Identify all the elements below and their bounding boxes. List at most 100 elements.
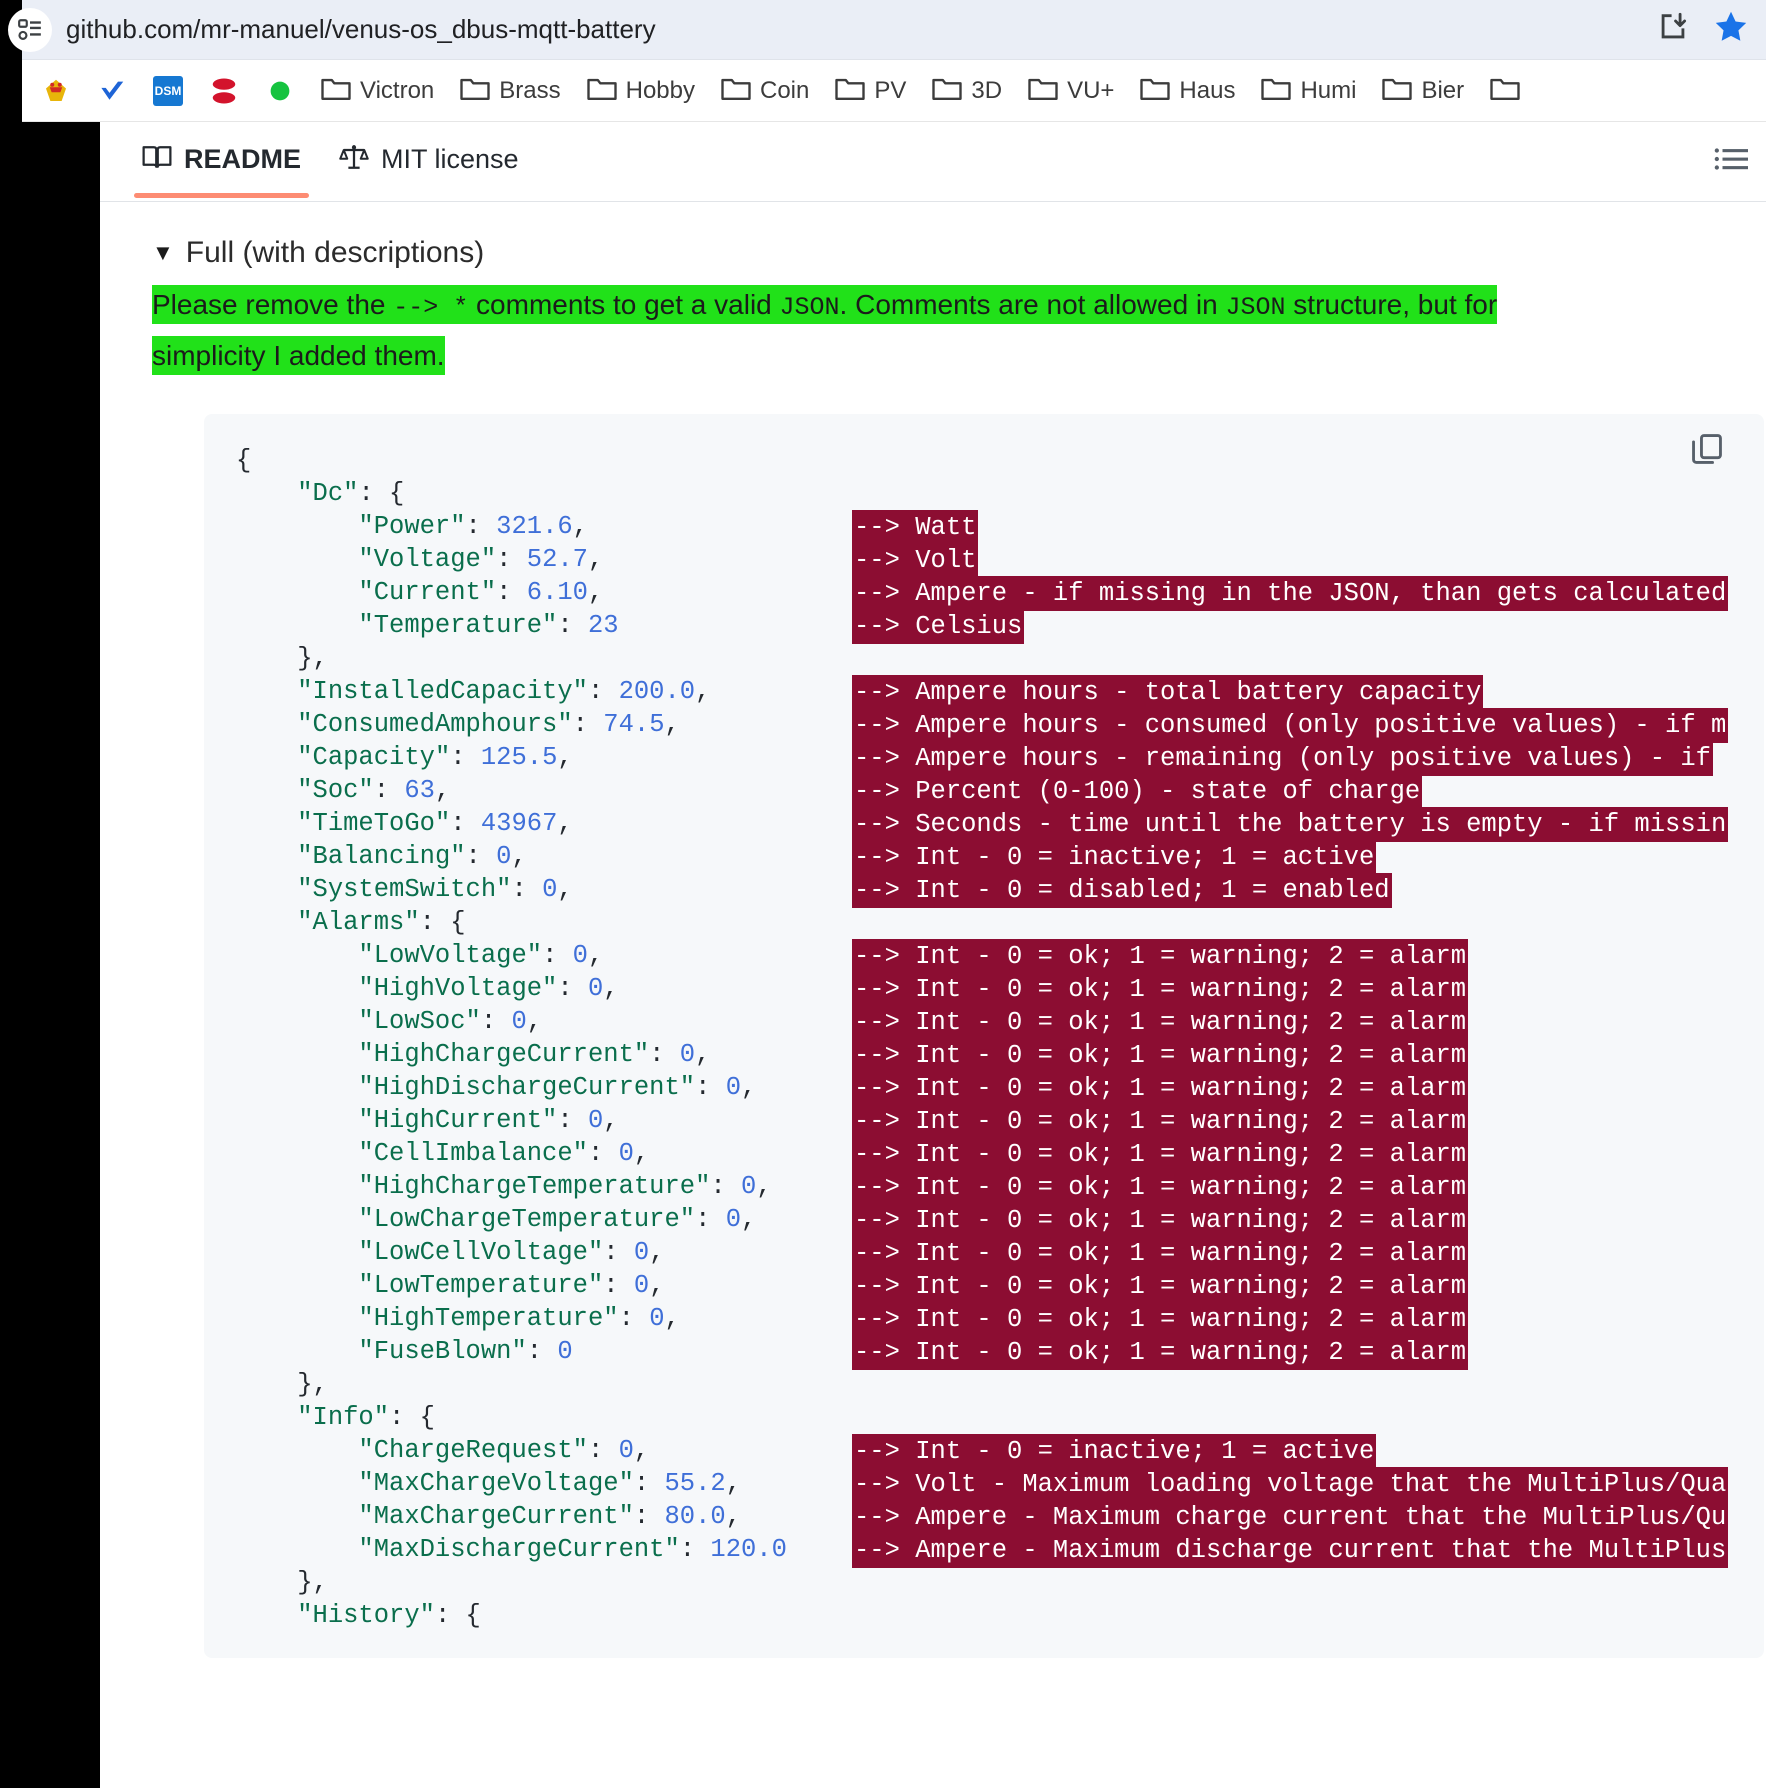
json-punct: , [741,1073,757,1102]
json-punct: : [511,875,543,904]
json-punct: }, [236,1370,328,1399]
json-punct: : [618,1304,650,1333]
json-punct: : [633,1502,665,1531]
code-line: "LowTemperature": 0, --> Int - 0 = ok; 1 … [236,1269,1764,1304]
json-key: "HighDischargeCurrent" [358,1073,696,1102]
json-punct: , [603,1106,619,1135]
json-key: "Voltage" [358,545,497,574]
json-key: "LowChargeTemperature" [358,1205,696,1234]
green-dot-favicon [265,76,295,106]
tab-mit-license[interactable]: MIT license [325,127,533,196]
json-punct: : [649,1040,680,1069]
json-comment: --> Int - 0 = ok; 1 = warning; 2 = alarm [852,1038,1469,1073]
code-line: "Soc": 63, --> Percent (0-100) - state of… [236,774,1764,809]
json-comment: --> Ampere - if missing in the JSON, tha… [852,576,1729,611]
json-punct: , [572,512,588,541]
bookmark-folder-overflow[interactable] [1477,72,1533,110]
json-key: "HighChargeTemperature" [358,1172,711,1201]
bookmark-folder-vuplus[interactable]: VU+ [1015,72,1127,110]
code-line: "Alarms": { [236,906,1764,939]
details-summary-label: Full (with descriptions) [185,236,485,269]
bookmark-folder-hobby[interactable]: Hobby [574,72,708,110]
json-comment: --> Int - 0 = ok; 1 = warning; 2 = alarm [852,1005,1469,1040]
dsm-favicon: DSM [153,75,183,106]
json-value: 0 [496,842,512,871]
bookmarks-bar[interactable]: DSM Victron Brass Hobby Coin PV 3D VU+ H… [22,60,1766,122]
json-punct: , [557,875,573,904]
json-punct: : [373,776,405,805]
json-comment: --> Percent (0-100) - state of charge [852,774,1423,809]
json-comment: --> Ampere - Maximum charge current that… [852,1500,1729,1535]
url-text[interactable]: github.com/mr-manuel/venus-os_dbus-mqtt-… [66,14,656,45]
bookmark-folder-haus[interactable]: Haus [1127,72,1248,110]
folder-icon [721,76,751,106]
austria-favicon [209,76,239,106]
folder-icon [1028,76,1058,106]
json-key: "Balancing" [297,842,466,871]
json-comment: --> Int - 0 = ok; 1 = warning; 2 = alarm [852,972,1469,1007]
book-icon [142,144,172,175]
bookmark-label: VU+ [1067,76,1115,104]
json-key: "ConsumedAmphours" [297,710,573,739]
bookmark-folder-victron[interactable]: Victron [308,72,447,110]
note-code-json-1: JSON [779,293,840,322]
code-line: "Temperature": 23 --> Celsius [236,609,1764,644]
site-info-icon[interactable] [8,7,52,52]
code-line: "Current": 6.10, --> Ampere - if missing … [236,576,1764,611]
code-lines[interactable]: { "Dc": { "Power": 321.6, --> Watt "Volta… [204,444,1764,1632]
json-punct: : [496,578,527,607]
install-app-icon[interactable] [1656,10,1690,49]
json-punct: : [710,1172,741,1201]
code-line: "LowChargeTemperature": 0, --> Int - 0 = … [236,1203,1764,1238]
json-punct: : [695,1205,726,1234]
bookmark-check[interactable] [84,72,140,110]
bookmark-green-dot[interactable] [252,72,308,110]
json-punct: , [511,842,527,871]
bookmark-folder-coin[interactable]: Coin [708,72,822,110]
json-key: "Power" [358,512,466,541]
json-key: "LowCellVoltage" [358,1238,604,1267]
bookmark-folder-brass[interactable]: Brass [447,72,573,110]
json-value: 0 [572,941,588,970]
bookmark-folder-3d[interactable]: 3D [919,72,1015,110]
json-key: "SystemSwitch" [297,875,512,904]
bookmark-dsm[interactable]: DSM [140,72,196,110]
code-line: "MaxDischargeCurrent": 120.0 --> Ampere -… [236,1533,1764,1568]
note-part-1: Please remove the [152,285,394,324]
json-key: "Temperature" [358,611,558,640]
bookmark-folder-humi[interactable]: Humi [1248,72,1369,110]
json-punct: : [496,545,527,574]
json-key: "HighVoltage" [358,974,558,1003]
bookmark-mhp[interactable] [28,72,84,110]
json-punct: : [557,974,588,1003]
note-part-3: . Comments are not allowed in [839,285,1226,324]
json-value: 0 [511,1007,527,1036]
json-punct: , [741,1205,757,1234]
file-tabs: README MIT license [100,122,1766,202]
json-key: "FuseBlown" [358,1337,527,1366]
json-punct: : [603,1238,634,1267]
json-punct: , [633,1139,650,1168]
star-filled-icon[interactable] [1712,8,1750,51]
json-punct: : [695,1073,726,1102]
json-punct: : [679,1535,711,1564]
bookmark-austria[interactable] [196,72,252,110]
address-bar[interactable]: github.com/mr-manuel/venus-os_dbus-mqtt-… [8,0,1766,60]
bookmark-folder-pv[interactable]: PV [822,72,919,110]
details-summary-full[interactable]: ▼ Full (with descriptions) [152,236,1766,270]
json-key: "LowSoc" [358,1007,481,1036]
tab-readme[interactable]: README [128,128,315,198]
bookmark-folder-bier[interactable]: Bier [1369,72,1477,110]
code-line: "Capacity": 125.5, --> Ampere hours - rem… [236,741,1764,776]
list-unordered-icon[interactable] [1714,144,1748,179]
json-value: 6.10 [526,578,588,607]
